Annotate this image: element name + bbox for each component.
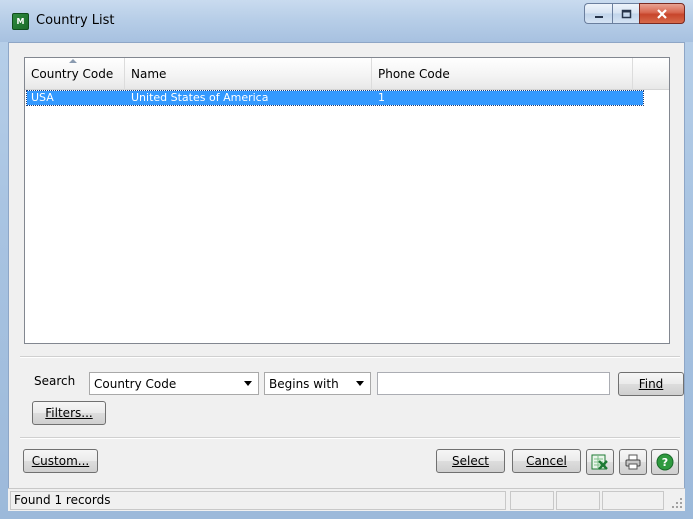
country-grid[interactable]: Country Code Name Phone Code USA United … [24, 57, 670, 344]
divider [20, 356, 680, 358]
column-header-filler [633, 58, 669, 90]
close-icon [657, 8, 667, 19]
maximize-button[interactable] [612, 3, 639, 24]
sort-ascending-icon [69, 59, 77, 63]
minimize-button[interactable] [584, 3, 612, 24]
search-field-value: Country Code [94, 376, 177, 391]
close-button[interactable] [639, 3, 685, 24]
search-input[interactable] [377, 372, 610, 395]
export-excel-button[interactable] [586, 449, 614, 475]
cell-phone-code: 1 [378, 91, 385, 104]
column-header-label: Country Code [31, 67, 114, 81]
title-bar[interactable]: M Country List [0, 0, 693, 42]
window-controls [584, 3, 685, 24]
status-pane [510, 491, 554, 510]
cell-country-code: USA [31, 91, 54, 104]
status-pane [602, 491, 664, 510]
excel-export-icon [591, 454, 608, 470]
resize-grip-icon[interactable] [671, 497, 683, 509]
column-header-phone-code[interactable]: Phone Code [372, 58, 633, 90]
status-bar: Found 1 records [8, 488, 685, 511]
column-header-country-code[interactable]: Country Code [25, 58, 125, 90]
search-field-select[interactable]: Country Code [89, 372, 259, 395]
svg-text:?: ? [662, 456, 668, 469]
search-operator-value: Begins with [269, 376, 339, 391]
column-header-name[interactable]: Name [125, 58, 372, 90]
app-icon: M [12, 13, 29, 30]
dropdown-arrow-icon [244, 381, 252, 386]
cancel-button[interactable]: Cancel [512, 449, 581, 473]
dropdown-arrow-icon [356, 381, 364, 386]
cell-name: United States of America [131, 91, 269, 104]
print-icon [625, 454, 641, 470]
status-text: Found 1 records [10, 491, 506, 510]
search-label: Search [34, 374, 76, 388]
custom-button[interactable]: Custom... [23, 449, 98, 473]
grid-header: Country Code Name Phone Code [25, 58, 669, 90]
column-header-label: Name [131, 67, 167, 81]
help-icon: ? [656, 453, 674, 471]
divider [20, 437, 680, 439]
status-pane [556, 491, 600, 510]
select-button[interactable]: Select [436, 449, 505, 473]
search-operator-select[interactable]: Begins with [264, 372, 371, 395]
column-header-label: Phone Code [378, 67, 450, 81]
filters-button[interactable]: Filters... [32, 401, 106, 425]
table-row[interactable]: USA United States of America 1 [26, 90, 644, 106]
window-title: Country List [36, 13, 115, 28]
minimize-icon [594, 15, 603, 18]
find-button[interactable]: Find [618, 372, 684, 396]
maximize-icon [621, 9, 631, 18]
help-button[interactable]: ? [651, 449, 679, 475]
print-button[interactable] [619, 449, 647, 475]
